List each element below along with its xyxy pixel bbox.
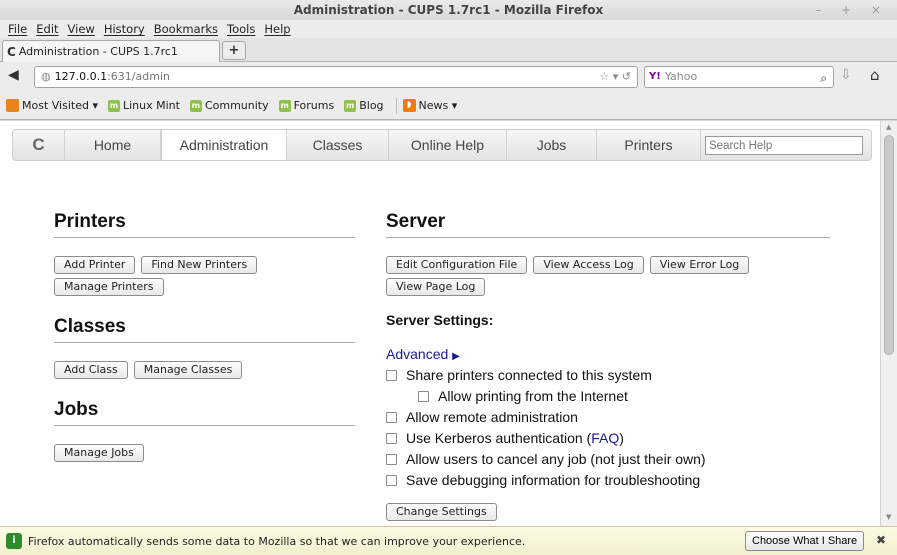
bookmark-community[interactable]: m Community: [189, 99, 269, 112]
nav-classes[interactable]: Classes: [287, 130, 389, 160]
nav-online-help[interactable]: Online Help: [389, 130, 507, 160]
bookmark-most-visited[interactable]: Most Visited ▾: [6, 99, 98, 112]
help-search-input[interactable]: [705, 136, 863, 155]
bookmark-star-reload-icons[interactable]: ☆ ▾ ↺: [599, 67, 631, 87]
window-controls[interactable]: – + ×: [815, 0, 889, 20]
bookmarks-toolbar: Most Visited ▾ m Linux Mint m Community …: [0, 92, 897, 120]
cancel-any-job-checkbox[interactable]: Allow users to cancel any job (not just …: [386, 451, 830, 467]
mint-icon: m: [278, 99, 291, 112]
menu-view[interactable]: View: [68, 20, 95, 38]
nav-printers[interactable]: Printers: [597, 130, 701, 160]
navigation-toolbar: ◀ ◍ 127.0.0.1 :631/admin ☆ ▾ ↺ Y! Yahoo …: [0, 62, 897, 92]
remote-admin-checkbox[interactable]: Allow remote administration: [386, 409, 830, 425]
manage-classes-button[interactable]: Manage Classes: [133, 361, 243, 379]
server-heading: Server: [386, 211, 830, 238]
add-printer-button[interactable]: Add Printer: [54, 256, 136, 274]
manage-printers-button[interactable]: Manage Printers: [54, 278, 164, 296]
most-visited-icon: [6, 99, 19, 112]
view-access-log-button[interactable]: View Access Log: [533, 256, 644, 274]
window-titlebar: Administration - CUPS 1.7rc1 - Mozilla F…: [0, 0, 897, 20]
menu-bar: File Edit View History Bookmarks Tools H…: [0, 20, 897, 38]
right-column: Server Edit Configuration File View Acce…: [386, 211, 830, 521]
nav-home[interactable]: Home: [65, 130, 161, 160]
faq-link[interactable]: FAQ: [591, 430, 619, 446]
server-settings-heading: Server Settings:: [386, 312, 494, 328]
checkbox-box[interactable]: [386, 474, 397, 486]
cups-navigation: C Home Administration Classes Online Hel…: [12, 129, 872, 161]
scroll-thumb[interactable]: [884, 135, 894, 355]
edit-configuration-file-button[interactable]: Edit Configuration File: [386, 256, 528, 274]
new-tab-button[interactable]: +: [222, 41, 246, 60]
home-icon[interactable]: ⌂: [870, 66, 880, 84]
page-content: C Home Administration Classes Online Hel…: [0, 121, 880, 526]
tab-administration[interactable]: C Administration - CUPS 1.7rc1: [2, 40, 220, 62]
back-arrow-icon[interactable]: ◀: [8, 67, 19, 83]
download-arrow-icon[interactable]: ⇩: [840, 67, 852, 83]
menu-help[interactable]: Help: [264, 20, 290, 38]
url-bar[interactable]: ◍ 127.0.0.1 :631/admin ☆ ▾ ↺: [34, 66, 638, 88]
notification-message: Firefox automatically sends some data to…: [28, 534, 526, 548]
bookmark-linux-mint[interactable]: m Linux Mint: [107, 99, 180, 112]
search-engine-placeholder: Yahoo: [664, 70, 698, 83]
window-title: Administration - CUPS 1.7rc1 - Mozilla F…: [293, 3, 604, 17]
cups-favicon-icon: C: [7, 44, 16, 59]
classes-heading: Classes: [54, 316, 355, 343]
yahoo-icon[interactable]: Y!: [649, 67, 661, 87]
mint-icon: m: [344, 99, 357, 112]
menu-history[interactable]: History: [104, 20, 145, 38]
printers-buttons: Add Printer Find New Printers Manage Pri…: [54, 256, 355, 296]
menu-edit[interactable]: Edit: [36, 20, 58, 38]
server-buttons: Edit Configuration File View Access Log …: [386, 256, 830, 296]
menu-file[interactable]: File: [8, 20, 27, 38]
checkbox-box[interactable]: [386, 432, 397, 444]
checkbox-box[interactable]: [418, 390, 429, 402]
page-scrollbar[interactable]: ▲ ▼: [880, 121, 897, 526]
nav-jobs[interactable]: Jobs: [507, 130, 597, 160]
manage-jobs-button[interactable]: Manage Jobs: [54, 444, 144, 462]
tab-strip: C Administration - CUPS 1.7rc1 +: [0, 38, 897, 62]
menu-bookmarks[interactable]: Bookmarks: [154, 20, 218, 38]
nav-administration[interactable]: Administration: [161, 130, 287, 160]
close-icon[interactable]: ✖: [876, 533, 886, 547]
jobs-buttons: Manage Jobs: [54, 444, 355, 462]
cups-logo[interactable]: C: [13, 130, 65, 160]
site-identity-icon[interactable]: ◍: [41, 67, 51, 87]
bookmark-forums[interactable]: m Forums: [278, 99, 334, 112]
info-icon: i: [6, 533, 22, 549]
printers-heading: Printers: [54, 211, 355, 238]
bookmark-news[interactable]: ◗ News ▾: [402, 99, 457, 112]
checkbox-box[interactable]: [386, 369, 397, 381]
share-printers-checkbox[interactable]: Share printers connected to this system: [386, 367, 830, 383]
choose-what-i-share-button[interactable]: Choose What I Share: [745, 531, 865, 551]
checkbox-box[interactable]: [386, 411, 397, 423]
jobs-heading: Jobs: [54, 399, 355, 426]
kerberos-checkbox[interactable]: Use Kerberos authentication (FAQ): [386, 430, 830, 446]
expand-triangle-icon: ▶: [452, 351, 460, 362]
web-search-input[interactable]: Y! Yahoo ⌕: [644, 66, 834, 88]
find-new-printers-button[interactable]: Find New Printers: [141, 256, 258, 274]
add-class-button[interactable]: Add Class: [54, 361, 128, 379]
bookmark-separator: [395, 97, 397, 114]
url-host: 127.0.0.1: [54, 70, 108, 83]
tab-label: Administration - CUPS 1.7rc1: [18, 44, 178, 58]
view-page-log-button[interactable]: View Page Log: [386, 278, 486, 296]
left-column: Printers Add Printer Find New Printers M…: [54, 211, 355, 462]
view-error-log-button[interactable]: View Error Log: [649, 256, 750, 274]
menu-tools[interactable]: Tools: [227, 20, 255, 38]
data-sharing-notification: i Firefox automatically sends some data …: [0, 526, 897, 555]
rss-icon: ◗: [402, 99, 416, 112]
mint-icon: m: [189, 99, 202, 112]
allow-internet-printing-checkbox[interactable]: Allow printing from the Internet: [386, 388, 830, 404]
bookmark-blog[interactable]: m Blog: [344, 99, 384, 112]
search-icon[interactable]: ⌕: [820, 68, 827, 88]
url-path: :631/admin: [107, 70, 170, 83]
scroll-up-icon[interactable]: ▲: [886, 123, 891, 131]
change-settings-button[interactable]: Change Settings: [386, 503, 497, 521]
checkbox-box[interactable]: [386, 453, 397, 465]
mint-icon: m: [107, 99, 120, 112]
debug-logging-checkbox[interactable]: Save debugging information for troublesh…: [386, 472, 830, 488]
advanced-link[interactable]: Advanced ▶: [386, 346, 830, 362]
classes-buttons: Add Class Manage Classes: [54, 361, 355, 379]
scroll-down-icon[interactable]: ▼: [886, 513, 891, 521]
